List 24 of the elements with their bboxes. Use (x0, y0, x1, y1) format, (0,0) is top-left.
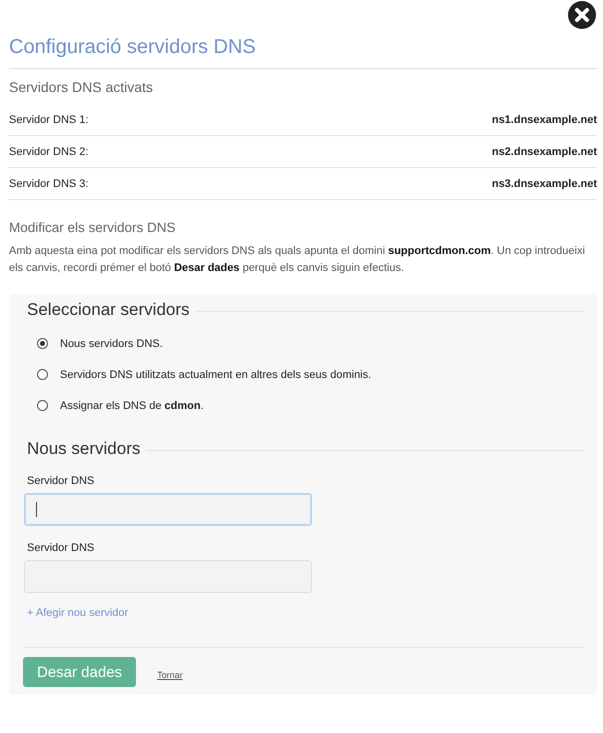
legend-title: Nous servidors (27, 439, 140, 459)
field-label: Servidor DNS (27, 475, 96, 487)
section-heading: Servidors DNS activats (9, 78, 154, 97)
radio-label[interactable]: Nous servidors DNS. (60, 338, 163, 350)
radio-label[interactable]: Assignar els DNS de cdmon. (60, 400, 204, 412)
radio-button[interactable] (37, 369, 48, 380)
back-link[interactable]: Tornar (157, 670, 183, 680)
server-label: Servidor DNS 3: (9, 178, 88, 190)
radio-button[interactable] (37, 338, 48, 349)
input-field[interactable] (24, 560, 312, 593)
server-value: ns1.dnsexample.net (492, 114, 597, 126)
server-label: Servidor DNS 2: (9, 146, 88, 158)
server-value: ns2.dnsexample.net (492, 146, 597, 158)
field-label: Servidor DNS (27, 542, 96, 554)
server-value: ns3.dnsexample.net (492, 178, 597, 190)
section-heading: Modificar els servidors DNS (9, 219, 177, 237)
description-text: Amb aquesta eina pot modificar els servidors DNS als quals apunta el domini supportcdmon.com. Un cop introdueixi els canvis, recordi prémer el botó Desar dades perquè els canvis siguin efectius. (9, 244, 586, 276)
radio-button[interactable] (37, 400, 48, 411)
radio-label[interactable]: Servidors DNS utilitzats actualment en altres dels seus dominis. (60, 368, 372, 380)
dialog-title: Configuració servidors DNS (9, 36, 597, 69)
server-label: Servidor DNS 1: (9, 114, 88, 126)
input-field[interactable] (24, 493, 312, 526)
close-icon[interactable] (567, 0, 597, 30)
legend-title: Seleccionar servidors (27, 300, 190, 320)
